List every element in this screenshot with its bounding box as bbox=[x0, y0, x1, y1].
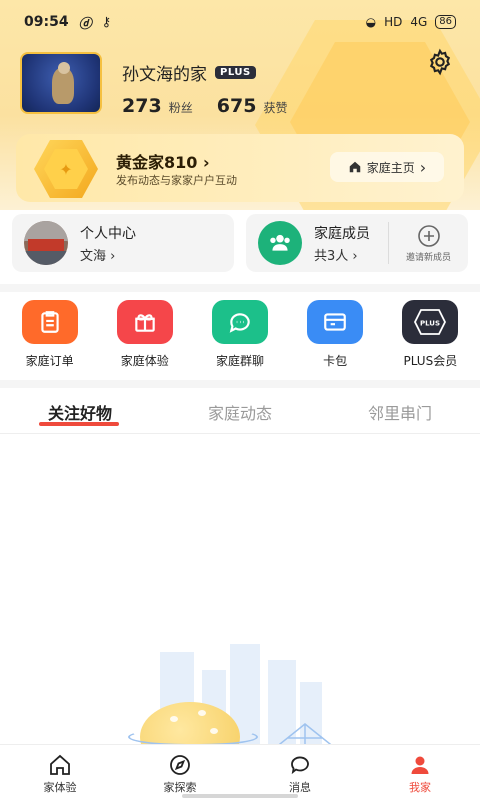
svg-text:PLUS: PLUS bbox=[420, 320, 440, 328]
action-label: 家庭群聊 bbox=[215, 354, 264, 368]
family-members-card[interactable]: 家庭成员 共3人 › 邀请新成员 bbox=[246, 214, 468, 272]
nav-label: 家探索 bbox=[163, 781, 197, 794]
section-divider bbox=[0, 380, 480, 388]
nav-home-experience[interactable]: 家体验 bbox=[0, 745, 120, 800]
chat-icon bbox=[211, 300, 268, 344]
nav-label: 家体验 bbox=[43, 781, 77, 794]
tab-family-feed[interactable]: 家庭动态 bbox=[160, 392, 320, 433]
house-icon bbox=[50, 754, 70, 775]
active-tab-indicator bbox=[39, 422, 119, 426]
home-avatar[interactable] bbox=[20, 52, 102, 114]
tab-label: 邻里串门 bbox=[367, 404, 432, 423]
tab-label: 关注好物 bbox=[47, 404, 112, 423]
personal-center-title: 个人中心 bbox=[80, 225, 136, 242]
likes-label: 获赞 bbox=[263, 101, 288, 115]
nav-my-home[interactable]: 我家 bbox=[360, 745, 480, 800]
tab-followed-goods[interactable]: 关注好物 bbox=[0, 392, 160, 433]
action-label: PLUS会员 bbox=[403, 354, 458, 368]
chevron-right-icon: › bbox=[202, 153, 210, 172]
nav-label: 我家 bbox=[409, 781, 431, 794]
home-indicator bbox=[182, 794, 298, 798]
nav-explore[interactable]: 家探索 bbox=[120, 745, 240, 800]
status-bar: 09:54 ⓓ ⚷ ◒ HD 4G 86 bbox=[0, 0, 480, 44]
add-circle-icon bbox=[417, 224, 440, 247]
battery-level: 86 bbox=[439, 16, 452, 27]
plus-badge-icon: PLUS bbox=[402, 300, 459, 344]
family-members-icon bbox=[258, 221, 302, 265]
fans-label: 粉丝 bbox=[168, 101, 193, 115]
action-family-orders[interactable]: 家庭订单 bbox=[5, 300, 95, 374]
likes-count: 675 bbox=[216, 95, 257, 117]
clipboard-icon bbox=[21, 300, 78, 344]
nav-label: 消息 bbox=[289, 781, 311, 794]
level-card[interactable]: ✦ 黄金家810 › 发布动态与家家户户互动 家庭主页 › bbox=[16, 134, 464, 202]
action-plus-member[interactable]: PLUS PLUS会员 bbox=[385, 300, 475, 374]
fans-count: 273 bbox=[122, 95, 162, 117]
gift-icon bbox=[116, 300, 173, 344]
invite-member-button[interactable]: 邀请新成员 bbox=[388, 222, 468, 264]
gold-level-hexagon-icon: ✦ bbox=[34, 140, 98, 198]
chevron-right-icon: › bbox=[352, 248, 358, 264]
invite-member-label: 邀请新成员 bbox=[405, 252, 451, 263]
quick-cards: 个人中心 文海 › 家庭成员 共3人 › 邀请新成员 bbox=[12, 214, 468, 272]
level-title: 黄金家810 › bbox=[116, 149, 210, 173]
home-page-button-label: 家庭主页 bbox=[366, 160, 415, 175]
compass-icon bbox=[170, 755, 190, 775]
plus-badge[interactable]: PLUS bbox=[215, 66, 256, 79]
user-icon bbox=[411, 756, 429, 774]
settings-gear-icon[interactable] bbox=[424, 46, 456, 78]
action-family-experience[interactable]: 家庭体验 bbox=[100, 300, 190, 374]
action-label: 家庭体验 bbox=[120, 354, 169, 368]
home-page-button[interactable]: 家庭主页 › bbox=[330, 152, 444, 182]
network-type: HD bbox=[384, 15, 403, 29]
signal-type: 4G bbox=[410, 15, 428, 29]
section-divider bbox=[0, 284, 480, 292]
level-hex-inner: ✦ bbox=[44, 149, 88, 189]
level-title-text: 黄金家810 bbox=[116, 153, 198, 172]
action-card-wallet[interactable]: 卡包 bbox=[290, 300, 380, 374]
message-icon bbox=[291, 756, 309, 775]
planet-ring bbox=[128, 728, 258, 745]
likes-stat[interactable]: 675 获赞 bbox=[217, 95, 288, 117]
action-label: 家庭订单 bbox=[25, 354, 74, 368]
avatar-figure-head bbox=[58, 62, 70, 74]
battery-icon: 86 bbox=[435, 15, 456, 29]
personal-center-subtitle: 文海 › bbox=[80, 245, 136, 264]
home-name: 孙文海的家 bbox=[122, 65, 207, 85]
tab-label: 家庭动态 bbox=[207, 404, 272, 423]
content-tabs: 关注好物 家庭动态 邻里串门 bbox=[0, 392, 480, 434]
nav-messages[interactable]: 消息 bbox=[240, 745, 360, 800]
personal-name: 文海 bbox=[80, 248, 107, 264]
wallet-icon bbox=[307, 300, 364, 344]
app-notification-icon: ⓓ bbox=[78, 16, 92, 32]
key-icon: ⚷ bbox=[101, 14, 112, 30]
empty-state-illustration bbox=[120, 640, 380, 745]
chevron-right-icon: › bbox=[419, 157, 427, 177]
action-family-group-chat[interactable]: 家庭群聊 bbox=[195, 300, 285, 374]
fans-stat[interactable]: 273 粉丝 bbox=[122, 95, 193, 117]
level-subtitle: 发布动态与家家户户互动 bbox=[116, 174, 237, 187]
profile-stats: 273 粉丝 675 获赞 bbox=[122, 95, 288, 117]
family-members-title: 家庭成员 bbox=[314, 225, 370, 242]
action-label: 卡包 bbox=[323, 354, 348, 368]
family-members-count: 共3人 bbox=[314, 248, 349, 264]
bottom-navigation: 家体验 家探索 消息 我家 bbox=[0, 744, 480, 800]
home-name-row: 孙文海的家 PLUS bbox=[122, 60, 256, 85]
chevron-right-icon: › bbox=[110, 248, 116, 264]
house-icon bbox=[349, 161, 361, 173]
personal-center-card[interactable]: 个人中心 文海 › bbox=[12, 214, 234, 272]
status-time: 09:54 bbox=[24, 14, 69, 30]
family-members-subtitle: 共3人 › bbox=[314, 245, 370, 264]
tab-neighbor-visits[interactable]: 邻里串门 bbox=[320, 392, 480, 433]
wifi-icon: ◒ bbox=[365, 15, 377, 29]
personal-avatar bbox=[24, 221, 68, 265]
action-grid: 家庭订单 家庭体验 家庭群聊 卡包 PLUS PLUS会员 bbox=[0, 300, 480, 374]
